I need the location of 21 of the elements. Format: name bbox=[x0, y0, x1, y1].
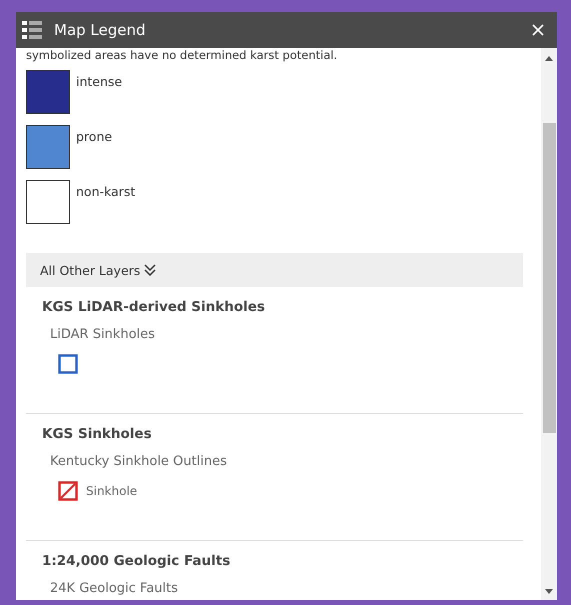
class-label: non-karst bbox=[76, 184, 136, 200]
layer-title: 1:24,000 Geologic Faults bbox=[42, 553, 232, 569]
symbol-label: Sinkhole bbox=[86, 484, 138, 498]
sublayer-name: 24K Geologic Faults bbox=[50, 581, 179, 596]
layer-title: KGS Sinkholes bbox=[42, 426, 153, 442]
class-label: prone bbox=[76, 129, 112, 145]
section-toggle[interactable]: All Other Layers bbox=[26, 253, 523, 287]
scroll-up-icon bbox=[545, 56, 553, 61]
class-label: intense bbox=[76, 74, 122, 90]
layer-title: KGS LiDAR-derived Sinkholes bbox=[42, 299, 266, 315]
scrollbar[interactable] bbox=[541, 48, 557, 600]
scroll-down-icon bbox=[545, 589, 553, 594]
legend-description: symbolized areas have no determined karst potential. bbox=[26, 48, 338, 62]
window-title: Map Legend bbox=[54, 21, 147, 39]
close-icon bbox=[532, 24, 544, 36]
square-outline-icon bbox=[58, 354, 78, 374]
legend-list-icon bbox=[22, 21, 42, 39]
sublayer-name: Kentucky Sinkhole Outlines bbox=[50, 454, 228, 469]
sublayer-name: LiDAR Sinkholes bbox=[50, 327, 156, 342]
scroll-thumb[interactable] bbox=[542, 123, 556, 433]
hatched-square-icon bbox=[58, 481, 78, 501]
